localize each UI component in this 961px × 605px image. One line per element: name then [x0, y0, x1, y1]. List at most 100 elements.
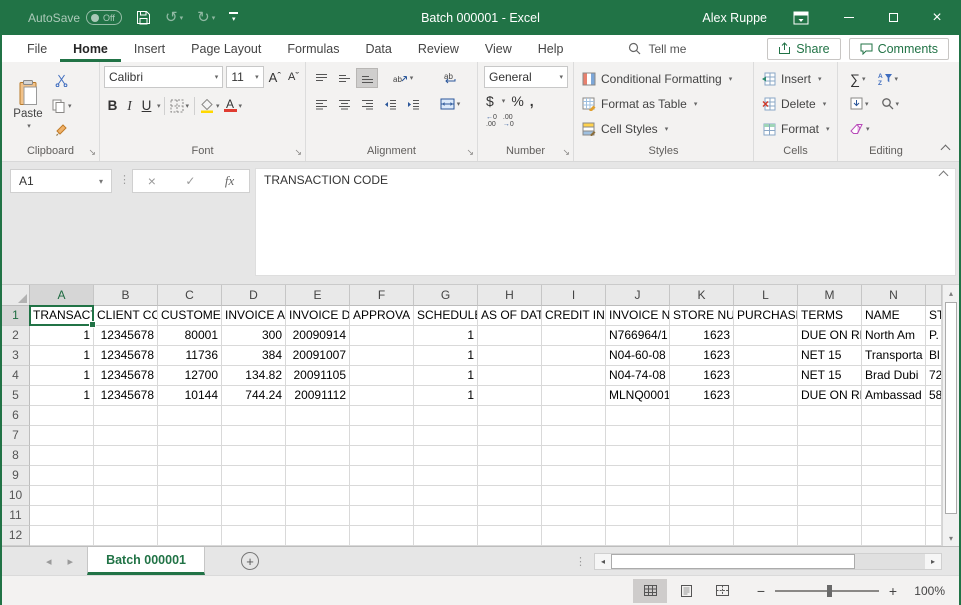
- cell[interactable]: [926, 426, 942, 446]
- zoom-out-button[interactable]: −: [755, 583, 767, 599]
- tab-view[interactable]: View: [472, 35, 525, 62]
- cell[interactable]: [158, 406, 222, 426]
- share-button[interactable]: Share: [767, 38, 840, 60]
- cell[interactable]: [734, 406, 798, 426]
- number-dialog-launcher[interactable]: ↘: [562, 145, 570, 159]
- tab-scroll-splitter[interactable]: ⋮: [575, 555, 586, 568]
- cell[interactable]: [670, 506, 734, 526]
- decrease-indent-button[interactable]: [379, 94, 401, 114]
- cell[interactable]: [94, 446, 158, 466]
- cell[interactable]: INVOICE N: [606, 306, 670, 326]
- cell[interactable]: [350, 366, 414, 386]
- column-header-G[interactable]: G: [414, 285, 478, 306]
- cell[interactable]: [350, 466, 414, 486]
- cell[interactable]: [734, 446, 798, 466]
- cell[interactable]: [350, 426, 414, 446]
- cell[interactable]: [542, 346, 606, 366]
- row-header-8[interactable]: 8: [2, 446, 30, 466]
- cell[interactable]: [862, 466, 926, 486]
- column-header-L[interactable]: L: [734, 285, 798, 306]
- column-header-B[interactable]: B: [94, 285, 158, 306]
- cell[interactable]: APPROVA: [350, 306, 414, 326]
- cell[interactable]: TERMS: [798, 306, 862, 326]
- tab-data[interactable]: Data: [352, 35, 404, 62]
- cell[interactable]: [542, 486, 606, 506]
- cell[interactable]: CLIENT CO: [94, 306, 158, 326]
- cell[interactable]: [222, 466, 286, 486]
- cell[interactable]: PURCHASE: [734, 306, 798, 326]
- cell[interactable]: [478, 506, 542, 526]
- cell[interactable]: [414, 406, 478, 426]
- maximize-button[interactable]: [871, 0, 915, 35]
- zoom-slider-thumb[interactable]: [827, 585, 832, 597]
- merge-center-button[interactable]: ▾: [434, 94, 466, 114]
- cell[interactable]: [286, 466, 350, 486]
- scroll-down-icon[interactable]: ▾: [943, 530, 959, 546]
- cell[interactable]: Ambassad: [862, 386, 926, 406]
- cell[interactable]: [414, 466, 478, 486]
- cell[interactable]: [222, 406, 286, 426]
- enter-icon[interactable]: ✓: [185, 174, 195, 188]
- cell[interactable]: 1: [414, 326, 478, 346]
- font-dialog-launcher[interactable]: ↘: [294, 145, 302, 159]
- cell[interactable]: [542, 406, 606, 426]
- decrease-font-size-button[interactable]: Aˇ: [286, 67, 301, 88]
- column-header-A[interactable]: A: [30, 285, 94, 306]
- align-top-button[interactable]: [310, 68, 332, 88]
- cell[interactable]: 12345678: [94, 386, 158, 406]
- tab-help[interactable]: Help: [525, 35, 577, 62]
- format-as-table-button[interactable]: Format as Table ▾: [578, 91, 749, 116]
- font-color-button[interactable]: A ▾: [222, 95, 245, 116]
- cell[interactable]: [222, 486, 286, 506]
- cell[interactable]: [94, 506, 158, 526]
- cell[interactable]: [542, 446, 606, 466]
- cell[interactable]: [158, 426, 222, 446]
- cell[interactable]: [94, 486, 158, 506]
- horizontal-scrollbar[interactable]: ◂ ▸: [594, 553, 942, 570]
- user-name[interactable]: Alex Ruppe: [702, 11, 767, 25]
- cell[interactable]: [414, 426, 478, 446]
- formula-bar-input[interactable]: TRANSACTION CODE: [255, 168, 956, 276]
- zoom-slider[interactable]: [775, 590, 879, 592]
- cell[interactable]: 20091112: [286, 386, 350, 406]
- cell[interactable]: [734, 486, 798, 506]
- vertical-scroll-track[interactable]: [943, 515, 959, 530]
- row-header-12[interactable]: 12: [2, 526, 30, 546]
- cell[interactable]: AS OF DAT: [478, 306, 542, 326]
- autosave-pill[interactable]: Off: [86, 10, 122, 25]
- zoom-level[interactable]: 100%: [909, 584, 945, 598]
- cell[interactable]: ST: [926, 306, 942, 326]
- cell[interactable]: [478, 406, 542, 426]
- cell[interactable]: [734, 426, 798, 446]
- cell[interactable]: 744.24: [222, 386, 286, 406]
- cell[interactable]: [478, 346, 542, 366]
- cell[interactable]: 1: [30, 326, 94, 346]
- accounting-format-button[interactable]: $: [486, 93, 494, 109]
- column-header-N[interactable]: N: [862, 285, 926, 306]
- normal-view-button[interactable]: [633, 579, 667, 603]
- cell[interactable]: [478, 426, 542, 446]
- cell[interactable]: [542, 466, 606, 486]
- column-header-E[interactable]: E: [286, 285, 350, 306]
- cell[interactable]: [670, 406, 734, 426]
- close-button[interactable]: ×: [915, 0, 959, 35]
- underline-button[interactable]: U: [138, 95, 155, 116]
- horizontal-scroll-thumb[interactable]: [611, 554, 855, 569]
- cell[interactable]: [350, 506, 414, 526]
- cell[interactable]: 1: [414, 366, 478, 386]
- align-middle-button[interactable]: [333, 68, 355, 88]
- cell[interactable]: [670, 466, 734, 486]
- cell[interactable]: 12345678: [94, 326, 158, 346]
- increase-indent-button[interactable]: [402, 94, 424, 114]
- cell[interactable]: [542, 426, 606, 446]
- cell[interactable]: [158, 446, 222, 466]
- cell[interactable]: [542, 526, 606, 546]
- cell[interactable]: [350, 346, 414, 366]
- cell[interactable]: [414, 506, 478, 526]
- column-header-H[interactable]: H: [478, 285, 542, 306]
- row-header-9[interactable]: 9: [2, 466, 30, 486]
- cell[interactable]: [478, 386, 542, 406]
- accounting-dropdown-icon[interactable]: ▾: [502, 97, 506, 105]
- cell[interactable]: 72: [926, 366, 942, 386]
- cell[interactable]: [94, 406, 158, 426]
